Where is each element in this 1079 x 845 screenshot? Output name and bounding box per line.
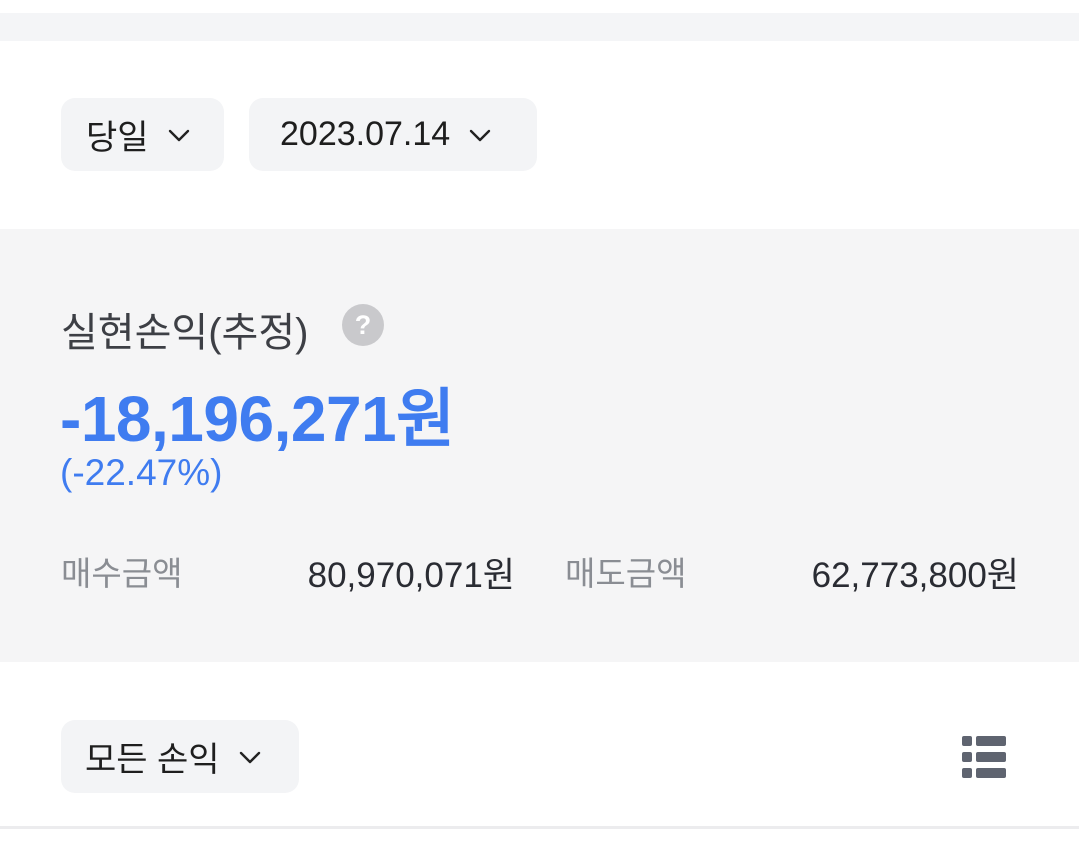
buy-amount-value: 80,970,071원 — [307, 556, 515, 595]
realized-pnl-title: 실현손익(추정) — [61, 311, 309, 355]
pnl-filter-label: 모든 손익 — [85, 741, 220, 779]
realized-pnl-rate: (-22.47%) — [60, 452, 223, 493]
help-icon[interactable]: ? — [342, 304, 384, 346]
date-dropdown-label: 2023.07.14 — [280, 115, 451, 153]
pnl-filter-dropdown[interactable]: 모든 손익 — [61, 720, 299, 793]
chevron-down-icon — [468, 123, 492, 147]
sell-amount-label: 매도금액 — [565, 555, 687, 592]
date-dropdown[interactable]: 2023.07.14 — [249, 98, 537, 171]
realized-pnl-amount: -18,196,271원 — [60, 383, 455, 455]
period-dropdown[interactable]: 당일 — [61, 98, 224, 171]
buy-amount-label: 매수금액 — [61, 555, 183, 592]
list-top-divider — [0, 826, 1079, 829]
period-dropdown-label: 당일 — [86, 119, 149, 157]
chevron-down-icon — [167, 123, 191, 147]
sell-amount-value: 62,773,800원 — [811, 556, 1019, 595]
chevron-down-icon — [238, 745, 262, 769]
list-view-icon[interactable] — [962, 735, 1006, 779]
top-divider-strip — [0, 13, 1079, 41]
